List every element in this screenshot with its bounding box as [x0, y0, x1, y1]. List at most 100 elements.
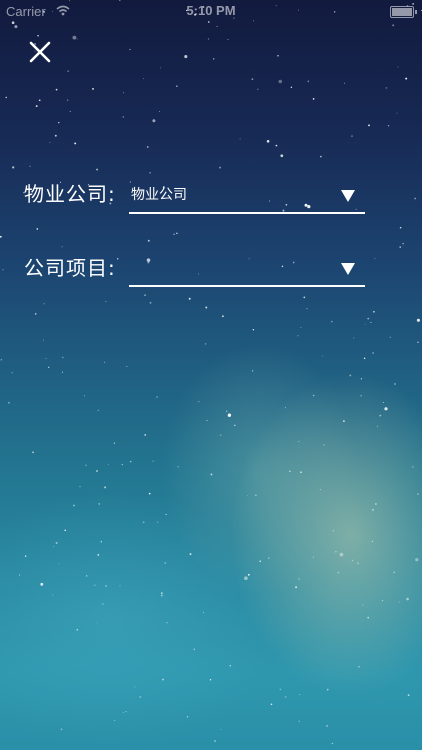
star [298, 578, 300, 580]
star [142, 78, 145, 80]
star [36, 228, 39, 230]
star [107, 464, 109, 466]
star [247, 573, 250, 576]
star [160, 592, 163, 594]
star [332, 530, 335, 532]
chevron-down-icon [341, 263, 355, 275]
star [277, 55, 279, 57]
status-bar: Carrier 5:10 PM [0, 0, 422, 22]
star [0, 358, 3, 361]
star [284, 407, 286, 409]
star [312, 556, 314, 558]
star [351, 559, 354, 562]
star [300, 471, 302, 474]
star [257, 88, 259, 90]
star [312, 394, 315, 397]
star [234, 424, 236, 427]
star [351, 135, 353, 137]
star [5, 96, 7, 99]
star [84, 395, 85, 397]
star [374, 257, 376, 259]
star [363, 357, 366, 360]
star [105, 300, 107, 303]
star [55, 542, 58, 544]
star [121, 463, 123, 466]
star [239, 138, 241, 140]
screen-background: Carrier 5:10 PM 物业公司: 物业公司 公司项目: [0, 0, 422, 750]
project-select[interactable] [129, 255, 365, 287]
star [251, 370, 254, 372]
star [134, 686, 136, 688]
star [147, 146, 149, 148]
close-button[interactable] [26, 38, 54, 66]
star [105, 585, 107, 587]
star [64, 529, 66, 532]
star [206, 420, 208, 422]
star [76, 38, 78, 40]
star [97, 409, 99, 411]
star [214, 740, 216, 742]
battery-tip [415, 10, 417, 14]
star [102, 603, 104, 605]
star [323, 444, 325, 446]
star [384, 407, 388, 411]
star [221, 315, 224, 318]
star [164, 562, 166, 564]
star [100, 541, 102, 543]
star [139, 696, 142, 698]
star [92, 87, 94, 90]
star [284, 696, 287, 698]
project-label: 公司项目: [24, 256, 116, 280]
star [357, 562, 359, 565]
company-select[interactable]: 物业公司 [129, 182, 365, 214]
star [343, 420, 345, 422]
star [335, 550, 337, 553]
star [165, 513, 167, 515]
star [372, 352, 374, 354]
star [415, 558, 419, 562]
star [331, 742, 333, 745]
company-label: 物业公司: [24, 182, 116, 206]
status-time: 5:10 PM [186, 3, 236, 18]
battery-level [392, 8, 412, 16]
star [398, 601, 400, 603]
star [344, 82, 346, 84]
star [353, 337, 355, 339]
star [382, 401, 384, 404]
star [389, 336, 391, 339]
star [275, 144, 278, 147]
star [227, 413, 232, 417]
star [113, 442, 115, 444]
star [122, 116, 124, 118]
star [399, 246, 401, 248]
star [381, 599, 384, 602]
star [156, 396, 158, 398]
star [307, 80, 310, 83]
star [60, 728, 63, 731]
star [297, 335, 299, 337]
star [372, 508, 374, 511]
star [330, 320, 333, 323]
star [266, 140, 270, 143]
star [267, 557, 270, 560]
star [67, 70, 69, 72]
star [116, 257, 119, 260]
star [227, 39, 229, 40]
star [202, 611, 204, 613]
star [152, 460, 154, 462]
star [319, 489, 321, 491]
star [193, 648, 195, 650]
star [393, 571, 395, 574]
star [405, 77, 408, 80]
star [394, 383, 396, 385]
star [7, 401, 10, 404]
star [49, 142, 51, 143]
star [376, 425, 378, 427]
star [226, 410, 228, 412]
star [24, 555, 27, 557]
star [0, 235, 2, 238]
star [74, 142, 77, 145]
star [142, 521, 145, 524]
star [104, 361, 106, 363]
star [114, 719, 116, 721]
